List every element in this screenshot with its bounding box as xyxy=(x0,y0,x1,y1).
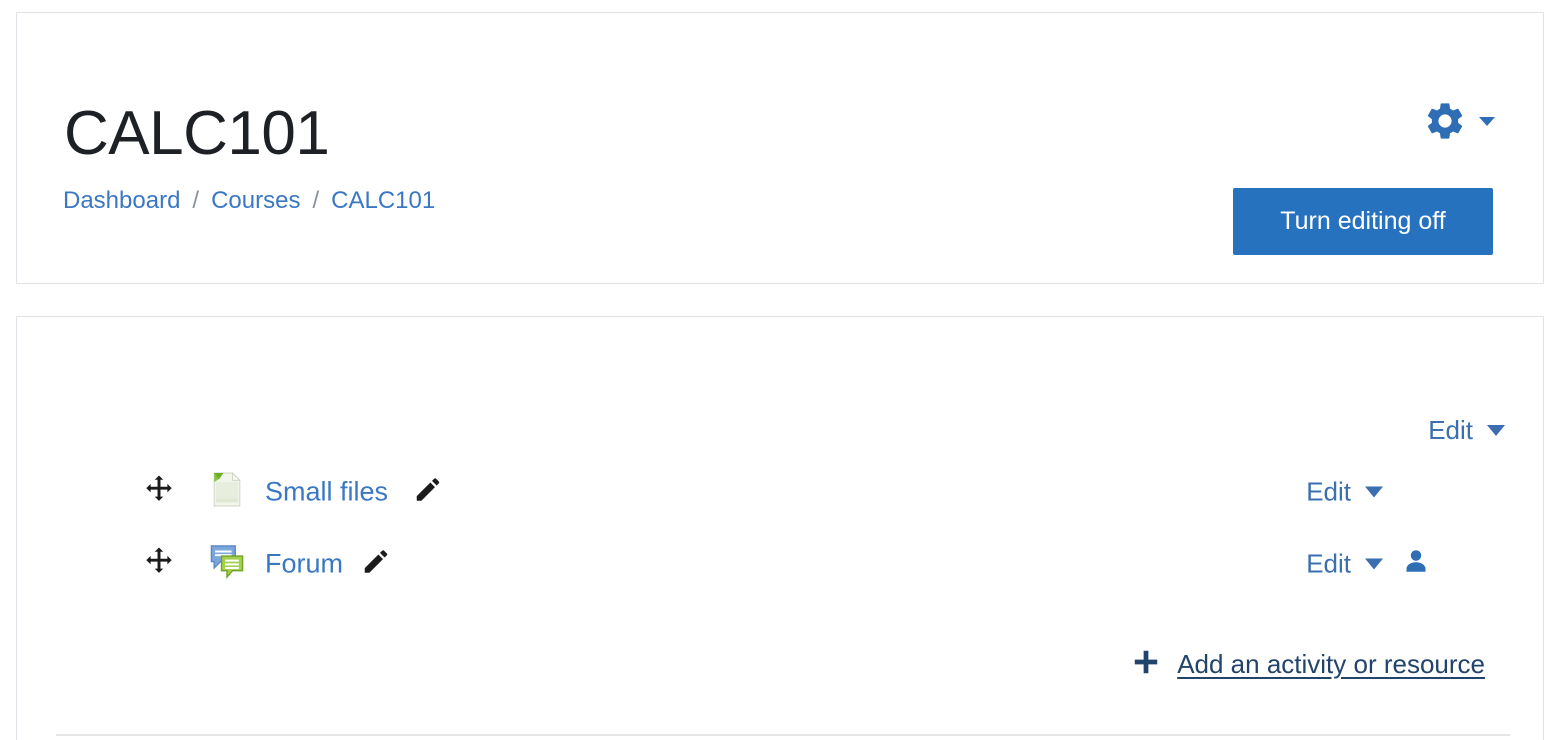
course-header-card: CALC101 Dashboard / Courses / CALC101 Tu… xyxy=(16,12,1544,284)
plus-icon xyxy=(1131,647,1161,682)
breadcrumb-item-dashboard[interactable]: Dashboard xyxy=(63,189,180,213)
activity-link-small-files[interactable]: Small files xyxy=(265,477,388,508)
chevron-down-icon xyxy=(1365,558,1383,570)
activity-edit-menu-small-files[interactable]: Edit xyxy=(1306,477,1383,508)
section-edit-label: Edit xyxy=(1428,415,1473,445)
forum-speech-bubbles-icon xyxy=(205,540,249,589)
activity-edit-label: Edit xyxy=(1306,548,1351,579)
gear-icon[interactable] xyxy=(1423,99,1467,143)
breadcrumb: Dashboard / Courses / CALC101 xyxy=(63,189,435,213)
activity-edit-label: Edit xyxy=(1306,476,1351,507)
turn-editing-off-button[interactable]: Turn editing off xyxy=(1233,188,1493,255)
chevron-down-icon xyxy=(1365,486,1383,498)
add-activity-label[interactable]: Add an activity or resource xyxy=(1177,649,1485,680)
chevron-down-icon[interactable] xyxy=(1479,116,1495,126)
course-page: CALC101 Dashboard / Courses / CALC101 Tu… xyxy=(0,0,1560,740)
page-title: CALC101 xyxy=(64,98,330,168)
pencil-icon[interactable] xyxy=(413,475,443,510)
section-edit-menu[interactable]: Edit xyxy=(1428,415,1505,446)
activity-row-forum: Forum Edit xyxy=(17,535,1543,593)
activity-link-forum[interactable]: Forum xyxy=(265,549,343,580)
move-arrows-icon[interactable] xyxy=(143,546,175,583)
breadcrumb-item-calc101[interactable]: CALC101 xyxy=(331,189,435,213)
breadcrumb-separator: / xyxy=(192,187,200,214)
resource-page-icon xyxy=(205,468,249,517)
move-arrows-icon[interactable] xyxy=(143,474,175,511)
breadcrumb-separator: / xyxy=(312,187,320,214)
pencil-icon[interactable] xyxy=(361,547,391,582)
add-activity-or-resource[interactable]: Add an activity or resource xyxy=(1131,647,1485,682)
course-settings-menu[interactable] xyxy=(1423,99,1495,143)
activity-row-small-files: Small files Edit xyxy=(17,463,1543,521)
breadcrumb-item-courses[interactable]: Courses xyxy=(211,189,300,213)
chevron-down-icon xyxy=(1487,425,1505,436)
user-icon[interactable] xyxy=(1401,547,1431,582)
course-section-card: Edit Small files Edit Forum Edit Add an … xyxy=(16,316,1544,740)
section-divider xyxy=(56,734,1510,736)
activity-edit-menu-forum[interactable]: Edit xyxy=(1306,549,1383,580)
